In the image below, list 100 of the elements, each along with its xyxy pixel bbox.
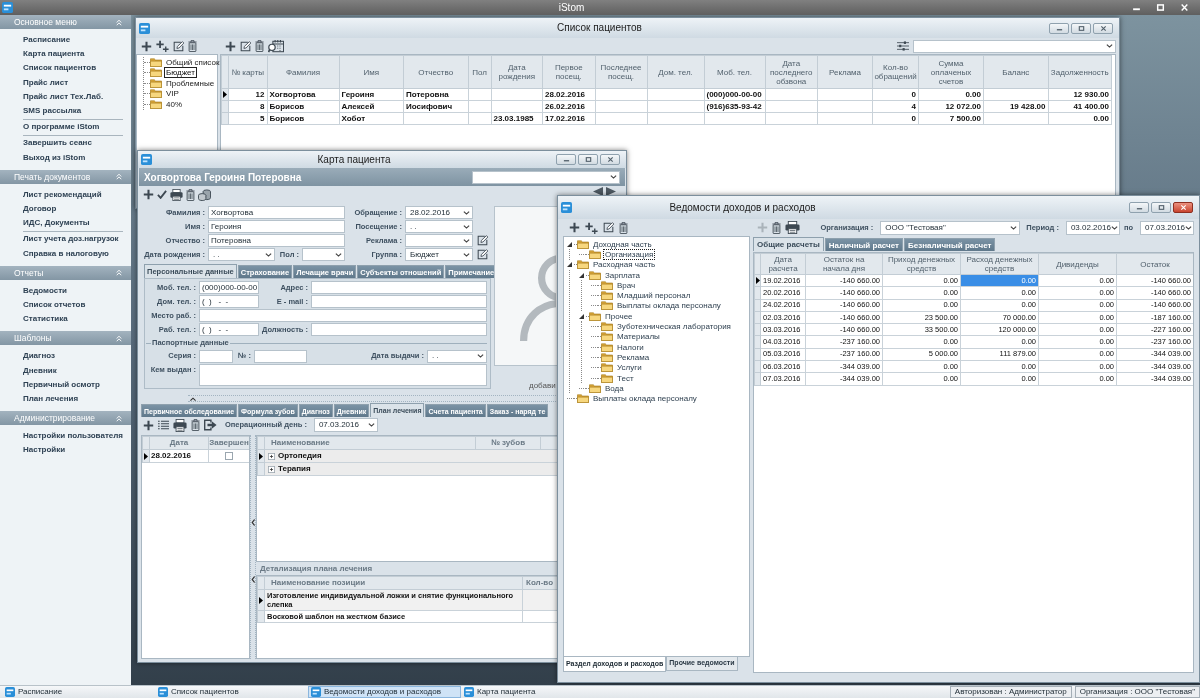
maximize-button[interactable] [1151, 202, 1171, 213]
sidebar-item[interactable]: Выход из iStom [23, 150, 86, 165]
plus-icon[interactable] [143, 189, 154, 200]
tree-item[interactable]: Материалы [615, 331, 662, 343]
minimize-button[interactable] [556, 154, 576, 165]
sidebar-item[interactable]: Дневник [23, 363, 57, 378]
dropdown-field[interactable]: 03.02.2016 [1065, 220, 1120, 235]
dropdown-field[interactable]: . . [208, 248, 275, 261]
checkbox[interactable] [225, 452, 233, 460]
dropdown-field[interactable] [302, 248, 345, 261]
export-icon[interactable] [204, 419, 217, 431]
collapse-toggle-icon[interactable] [579, 313, 584, 319]
sidebar-item[interactable]: Карта пациента [23, 47, 85, 62]
tree-item[interactable]: VIP [164, 88, 181, 100]
text-field[interactable] [311, 295, 487, 308]
plus-icon[interactable] [225, 40, 236, 52]
text-field[interactable] [311, 281, 487, 294]
tree-item[interactable]: Налоги [615, 341, 646, 353]
maximize-button[interactable] [578, 154, 598, 165]
text-field[interactable]: ( ) - - [199, 323, 259, 336]
sidebar-item[interactable]: О программе iStom [23, 120, 100, 135]
text-field[interactable]: (000)000-00-00 [199, 281, 259, 294]
left-triangle-icon[interactable] [593, 187, 603, 196]
tree-item[interactable]: Расходная часть [591, 259, 658, 271]
right-triangle-icon[interactable] [606, 187, 616, 196]
taskbar-item[interactable]: Расписание [2, 686, 155, 698]
text-field[interactable] [311, 323, 487, 336]
tab[interactable]: Наличный расчет [824, 238, 903, 251]
chevron-left-icon[interactable] [251, 576, 255, 583]
edit-icon[interactable] [603, 222, 614, 233]
sidebar-item[interactable]: Статистика [23, 312, 68, 327]
tree-item[interactable]: Зуботехническая лаборатория [615, 321, 733, 333]
printer-icon[interactable] [785, 221, 800, 234]
sidebar-item[interactable]: Список отчетов [23, 298, 86, 313]
tree-item[interactable]: Бюджет [164, 67, 197, 79]
dropdown-field[interactable]: ООО "Тестовая" [880, 220, 1021, 235]
printer-icon[interactable] [170, 188, 183, 201]
tree-item[interactable]: Выплаты оклада персоналу [615, 300, 723, 312]
text-field[interactable] [199, 364, 487, 386]
minimize-button[interactable] [1049, 22, 1069, 34]
dropdown-field[interactable]: 07.03.2016 [313, 418, 378, 432]
tree-item[interactable]: 40% [164, 98, 184, 110]
tab[interactable]: Общие расчеты [753, 237, 824, 251]
text-field[interactable] [199, 309, 487, 322]
tree-item[interactable]: Младший персонал [615, 290, 693, 302]
sidebar-item[interactable]: Диагноз [23, 349, 55, 364]
sidebar-item[interactable]: Список пациентов [23, 61, 97, 76]
tree-item[interactable]: Услуги [615, 362, 644, 374]
text-field[interactable]: Потеровна [208, 234, 345, 247]
chevron-left-icon[interactable] [251, 519, 255, 526]
row-selector[interactable] [221, 88, 229, 101]
printer-icon[interactable] [173, 418, 187, 432]
text-field[interactable] [254, 349, 307, 363]
chevron-up-icon[interactable] [190, 396, 196, 401]
tree-item[interactable]: Тест [615, 372, 636, 384]
row-selector[interactable] [142, 449, 150, 463]
row-selector[interactable] [257, 589, 265, 611]
tree-item[interactable]: Общий список [164, 56, 222, 68]
sidebar-item[interactable]: Первичный осмотр [23, 377, 100, 393]
text-field[interactable] [199, 349, 233, 363]
sidebar-item[interactable]: Лист рекомендаций [23, 187, 102, 203]
sidebar-item[interactable]: Договор [23, 202, 57, 217]
tree-item[interactable]: Прочее [603, 310, 635, 322]
sliders-icon[interactable] [897, 41, 909, 51]
trash-icon[interactable] [186, 188, 195, 201]
text-field[interactable]: ( ) - - [199, 295, 259, 308]
dropdown-field[interactable] [913, 39, 1116, 53]
sidebar-item[interactable]: Лист учета доз.нагрузок [23, 232, 119, 247]
taskbar-item[interactable]: Ведомости доходов и расходов [308, 686, 461, 698]
plus-icon[interactable] [569, 222, 580, 233]
sidebar-item[interactable]: План лечения [23, 392, 79, 407]
tree-item[interactable]: Организация [603, 248, 656, 260]
maximize-button[interactable] [1154, 1, 1166, 14]
dropdown-field[interactable]: . . [405, 220, 473, 233]
minimize-button[interactable] [1129, 202, 1149, 213]
trash-icon[interactable] [188, 40, 197, 52]
calendar-search-icon[interactable] [268, 39, 284, 53]
dropdown-field[interactable] [472, 170, 620, 184]
tree-item[interactable]: Вода [603, 382, 626, 394]
collapse-toggle-icon[interactable] [579, 272, 584, 278]
sidebar-item[interactable]: Справка в налоговую [23, 246, 109, 261]
edit-icon[interactable] [477, 249, 488, 260]
double-plus-icon[interactable] [585, 221, 598, 234]
tree-item[interactable]: Проблемные [164, 77, 217, 89]
tree-item[interactable]: Реклама [615, 351, 652, 363]
dropdown-field[interactable]: 07.03.2016 [1140, 220, 1194, 235]
coins-icon[interactable] [198, 188, 211, 201]
sidebar-item[interactable]: Настройки [23, 443, 66, 458]
row-selector[interactable] [754, 274, 761, 287]
sidebar-item[interactable]: Расписание [23, 33, 71, 48]
text-field[interactable]: Хогвортова [208, 206, 345, 219]
plus-icon[interactable] [141, 40, 152, 52]
check-icon[interactable] [157, 190, 167, 199]
sidebar-item[interactable]: Настройки пользователя [23, 429, 123, 444]
dropdown-field[interactable]: 28.02.2016 [405, 206, 473, 219]
taskbar-item[interactable]: Карта пациента [461, 686, 614, 698]
trash-icon[interactable] [255, 40, 264, 52]
expand-icon[interactable] [268, 465, 275, 473]
collapse-toggle-icon[interactable] [567, 241, 572, 247]
tree-item[interactable]: Врач [615, 279, 638, 291]
